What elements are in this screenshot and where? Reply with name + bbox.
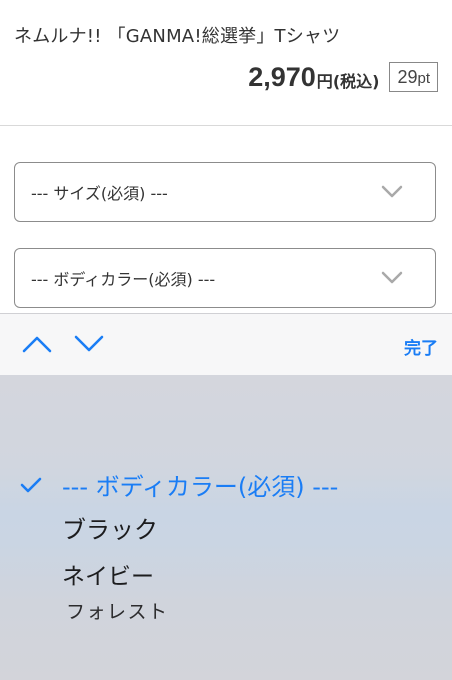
points-value: 29: [397, 66, 418, 87]
size-select[interactable]: --- サイズ(必須) ---: [14, 162, 436, 222]
picker-option-navy[interactable]: ネイビー: [62, 557, 154, 591]
points-unit: pt: [417, 69, 430, 87]
chevron-down-icon: [381, 185, 403, 198]
checkmark-icon: [20, 477, 42, 493]
picker-toolbar: 完了: [0, 313, 452, 375]
picker-wheel[interactable]: --- ボディカラー(必須) --- ブラック ネイビー フォレスト: [0, 375, 452, 680]
size-select-label: --- サイズ(必須) ---: [31, 184, 168, 203]
product-page: ネムルナ!! 「GANMA!総選挙」Tシャツ 2,970 円 (税込) 29 p…: [0, 0, 452, 680]
chevron-up-icon[interactable]: [22, 333, 52, 355]
price-tax-label: (税込): [332, 72, 380, 91]
picker-option-black[interactable]: ブラック: [62, 510, 158, 545]
picker-option-forest[interactable]: フォレスト: [66, 597, 169, 624]
chevron-down-icon[interactable]: [74, 333, 104, 355]
price-row: 2,970 円 (税込) 29 pt: [248, 60, 438, 94]
points-badge: 29 pt: [389, 62, 438, 92]
done-button[interactable]: 完了: [404, 334, 438, 359]
price-amount: 2,970: [248, 61, 316, 92]
price-unit: 円: [316, 72, 333, 91]
product-title: ネムルナ!! 「GANMA!総選挙」Tシャツ: [14, 26, 341, 47]
body-color-select[interactable]: --- ボディカラー(必須) ---: [14, 248, 436, 308]
section-divider: [0, 125, 452, 126]
body-color-select-label: --- ボディカラー(必須) ---: [31, 270, 216, 289]
chevron-down-icon: [381, 271, 403, 284]
picker-option-selected[interactable]: --- ボディカラー(必須) ---: [62, 467, 338, 502]
